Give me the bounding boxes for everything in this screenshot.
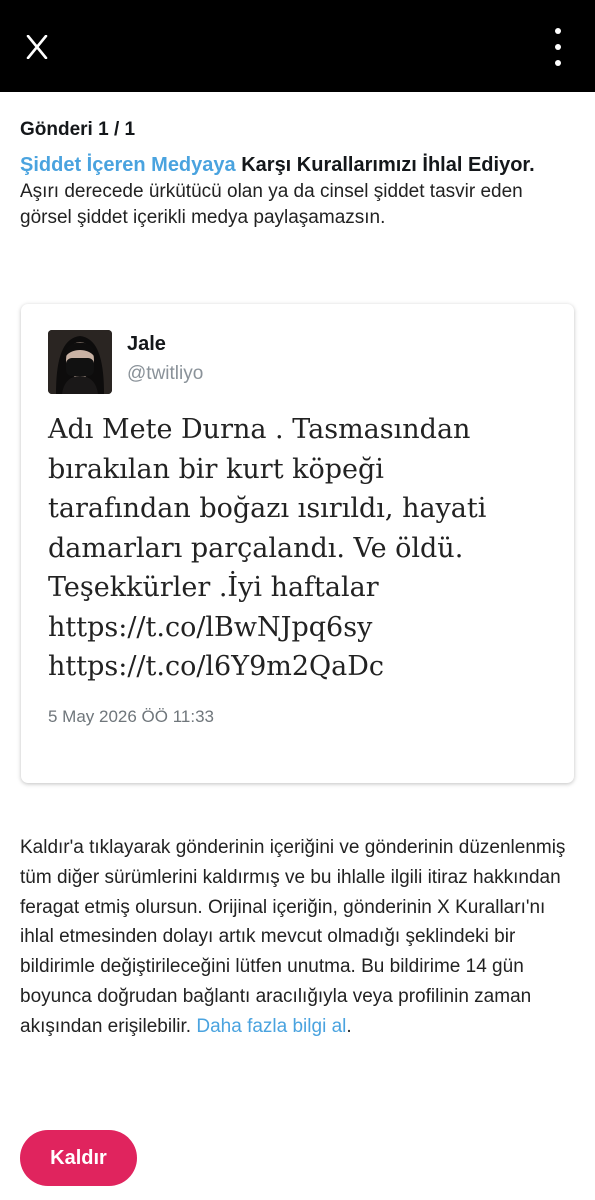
post-count: Gönderi 1 / 1 xyxy=(20,119,136,140)
close-icon[interactable] xyxy=(24,33,50,61)
rule-title: Şiddet İçeren Medyaya Karşı Kurallarımız… xyxy=(20,152,575,179)
violation-summary: Gönderi 1 / 1 Şiddet İçeren Medyaya Karş… xyxy=(20,118,575,231)
rule-title-rest: Karşı Kurallarımızı İhlal Ediyor. xyxy=(235,154,535,176)
learn-more-link[interactable]: Daha fazla bilgi al xyxy=(196,1016,346,1037)
rule-description: Aşırı derecede ürkütücü olan ya da cinse… xyxy=(20,181,523,228)
notice-text: Kaldır'a tıklayarak gönderinin içeriğini… xyxy=(20,837,566,1037)
tweet-text: Adı Mete Durna . Tasmasından bırakılan b… xyxy=(48,414,487,682)
avatar[interactable] xyxy=(48,330,112,394)
author-handle: @twitliyo xyxy=(127,363,204,384)
top-bar xyxy=(0,0,595,92)
tweet-card: Jale @twitliyo Adı Mete Durna . Tasmasın… xyxy=(21,304,574,783)
author-name: Jale xyxy=(127,333,166,355)
more-options-icon[interactable] xyxy=(549,28,567,66)
notice-end: . xyxy=(346,1015,352,1037)
removal-notice: Kaldır'a tıklayarak gönderinin içeriğini… xyxy=(20,833,580,1042)
remove-button[interactable]: Kaldır xyxy=(20,1130,137,1186)
tweet-timestamp: 5 May 2026 ÖÖ 11:33 xyxy=(48,707,215,726)
rule-link[interactable]: Şiddet İçeren Medyaya xyxy=(20,154,236,176)
